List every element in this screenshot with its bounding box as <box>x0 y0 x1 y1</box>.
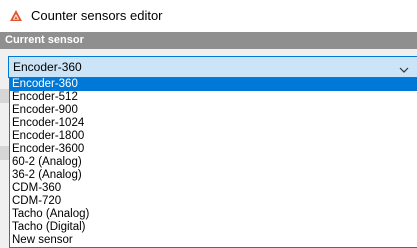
app-logo-icon <box>9 9 23 23</box>
dropdown-item[interactable]: Tacho (Analog) <box>10 208 417 221</box>
chevron-down-icon[interactable] <box>399 63 409 73</box>
dropdown-item[interactable]: Encoder-3600 <box>10 143 417 156</box>
dropdown-item[interactable]: 60-2 (Analog) <box>10 156 417 169</box>
section-header-current-sensor: Current sensor <box>0 32 417 49</box>
sensor-combobox-value: Encoder-360 <box>13 60 82 74</box>
dropdown-item[interactable]: Encoder-1024 <box>10 117 417 130</box>
sensor-combobox[interactable]: Encoder-360 <box>8 56 417 78</box>
counter-sensors-editor-window: Counter sensors editor Current sensor En… <box>0 0 417 248</box>
obscured-label <box>0 146 9 160</box>
dropdown-item[interactable]: Encoder-900 <box>10 104 417 117</box>
dropdown-item[interactable]: Tacho (Digital) <box>10 221 417 234</box>
dropdown-item[interactable]: CDM-720 <box>10 195 417 208</box>
obscured-label <box>0 89 9 103</box>
window-title: Counter sensors editor <box>31 8 163 23</box>
dropdown-item[interactable]: 36-2 (Analog) <box>10 169 417 182</box>
dropdown-item[interactable]: CDM-360 <box>10 182 417 195</box>
dropdown-item[interactable]: Encoder-512 <box>10 91 417 104</box>
dropdown-item[interactable]: Encoder-1800 <box>10 130 417 143</box>
dropdown-item[interactable]: New sensor <box>10 234 417 247</box>
sensor-dropdown-list[interactable]: Encoder-360 Encoder-512 Encoder-900 Encoder… <box>9 77 417 248</box>
dropdown-item[interactable]: Encoder-360 <box>10 78 417 91</box>
title-bar: Counter sensors editor <box>0 0 417 32</box>
